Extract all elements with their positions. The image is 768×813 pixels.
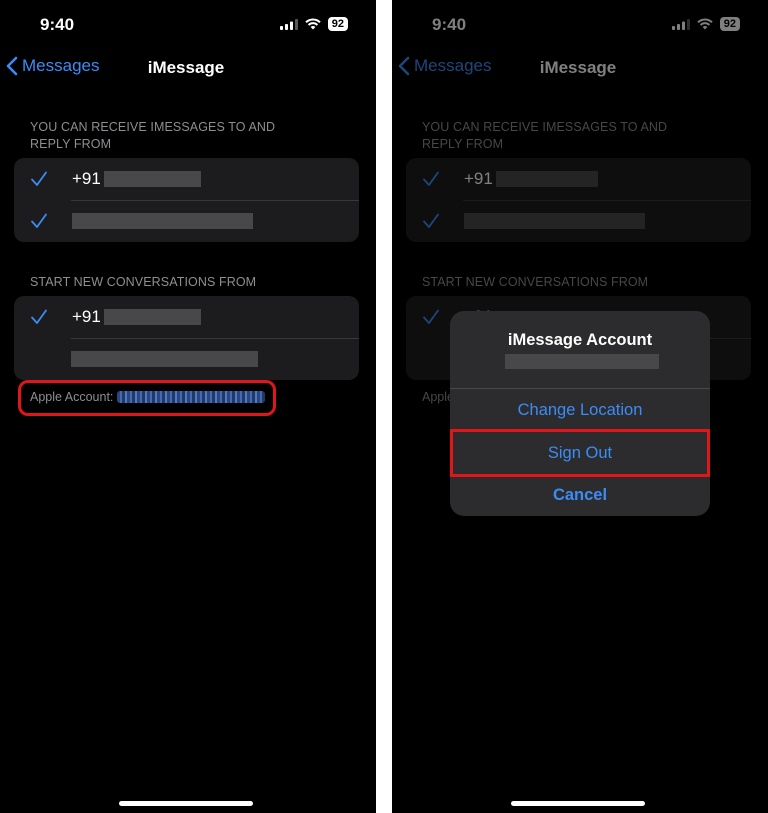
highlight-apple-account: [18, 380, 276, 416]
highlight-sign-out: [450, 429, 710, 477]
page-title: iMessage: [147, 58, 225, 77]
battery-icon: 92: [327, 17, 348, 31]
cancel-button[interactable]: Cancel: [450, 474, 710, 516]
redacted-email-address: [72, 213, 253, 229]
imessage-account-action-sheet: iMessage Account Change Location Sign Ou…: [450, 311, 710, 516]
signal-icon: [279, 18, 298, 30]
start-from-row-phone[interactable]: +91: [14, 296, 359, 338]
redacted-phone-number: [104, 171, 201, 187]
phone-prefix: +91: [72, 307, 101, 326]
receive-section-header: YOU CAN RECEIVE IMESSAGES TO AND REPLY F…: [30, 120, 276, 151]
redacted-account-email: [505, 354, 659, 369]
redacted-email-address: [71, 351, 258, 367]
start-from-row-email[interactable]: [14, 338, 359, 380]
checkmark-icon: [31, 171, 47, 186]
home-indicator[interactable]: [119, 801, 253, 806]
checkmark-icon: [31, 213, 47, 228]
home-indicator[interactable]: [511, 801, 645, 806]
phone-prefix: +91: [72, 169, 101, 188]
checkmark-icon: [31, 309, 47, 324]
receive-addresses-group: +91: [14, 158, 359, 242]
change-location-button[interactable]: Change Location: [450, 389, 710, 431]
phone-screen-settings: 9:40 92 Messages iMessage YOU CAN RECEIV…: [0, 0, 376, 813]
start-section-header: START NEW CONVERSATIONS FROM: [30, 275, 257, 289]
action-sheet-title: iMessage Account: [507, 331, 653, 349]
redacted-phone-number: [104, 309, 201, 325]
receive-address-row-phone[interactable]: +91: [14, 158, 359, 200]
wifi-icon: [305, 18, 321, 30]
status-icons: 92: [279, 17, 348, 31]
phone-screen-action-sheet: 9:40 92 Messages iMessage YOU CAN RECEIV…: [392, 0, 768, 813]
status-time: 9:40: [40, 15, 75, 34]
start-conversations-group: +91: [14, 296, 359, 380]
receive-address-row-email[interactable]: [14, 200, 359, 242]
